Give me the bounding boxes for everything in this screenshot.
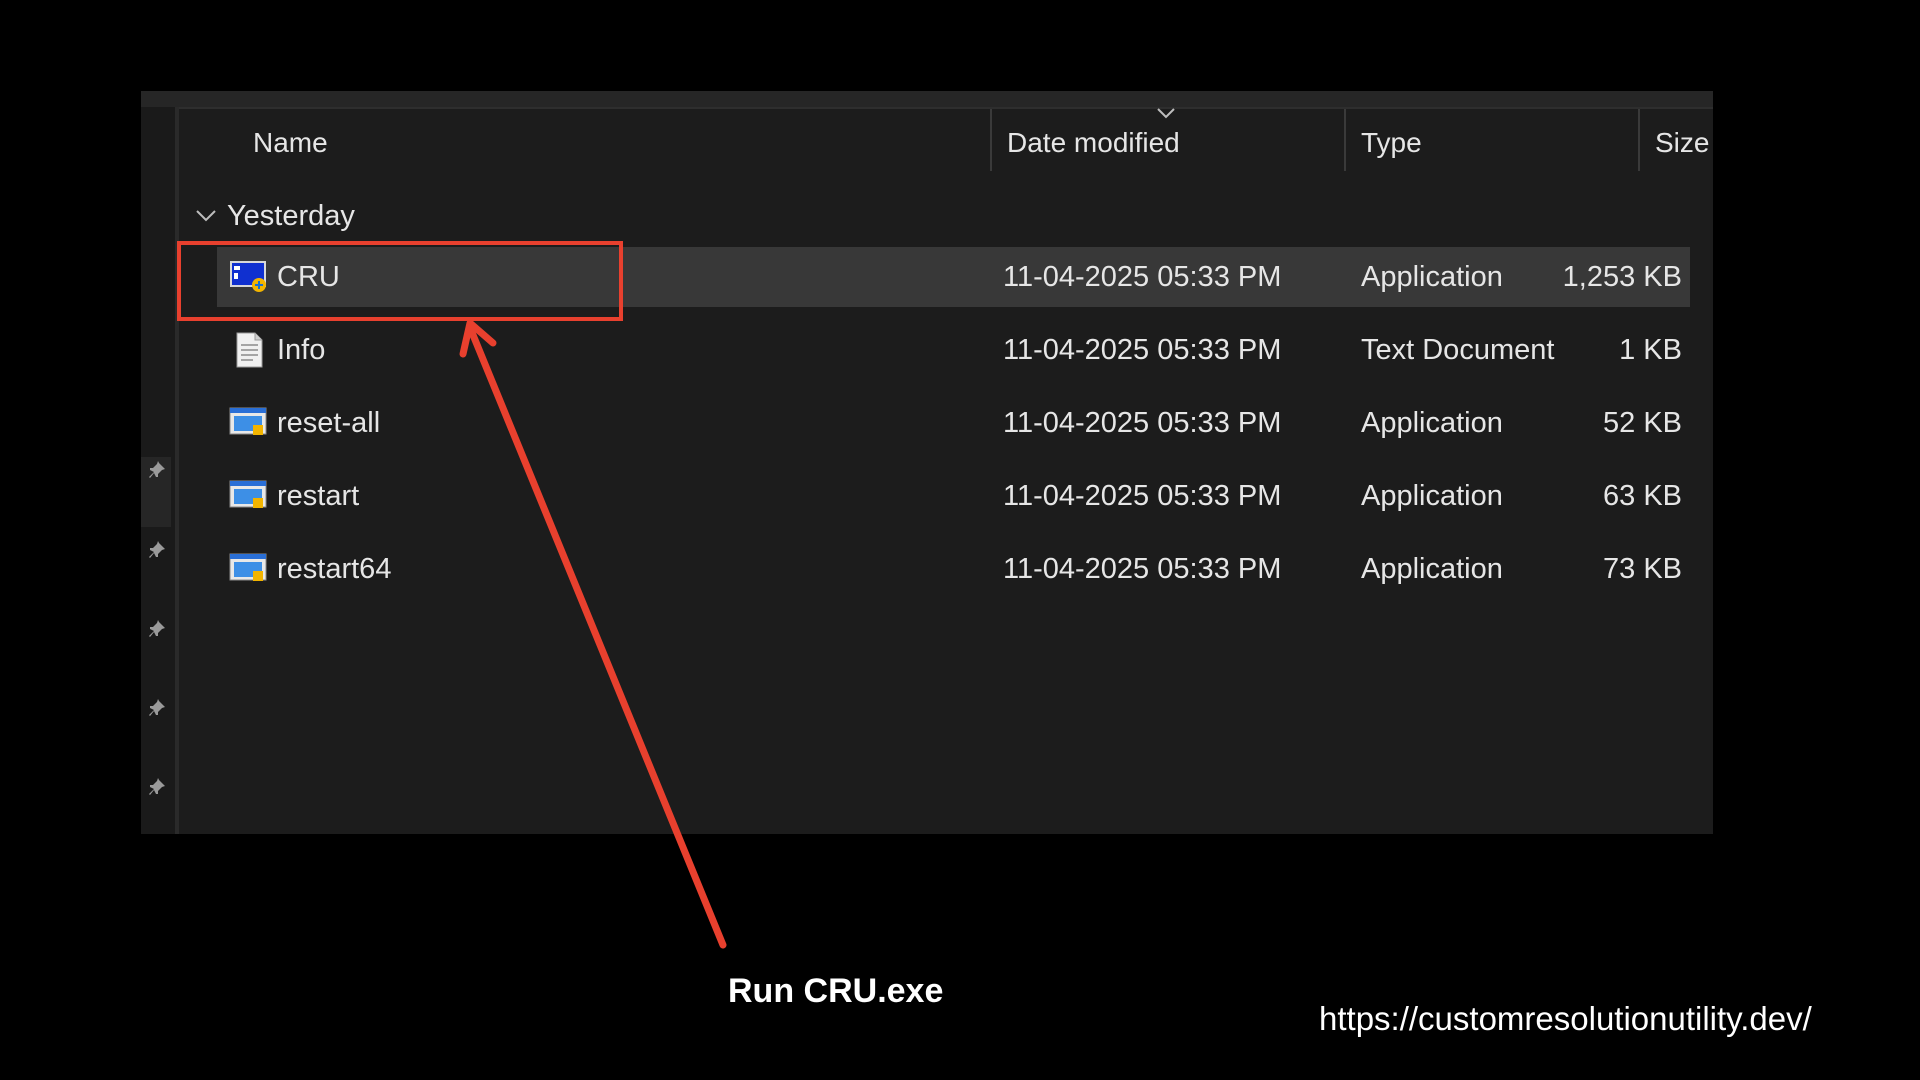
group-label: Yesterday xyxy=(227,199,355,232)
file-type: Application xyxy=(1361,553,1503,585)
column-header-row: Name Date modified Type Size xyxy=(179,107,1713,179)
file-size: 73 KB xyxy=(1603,553,1682,585)
file-name: restart xyxy=(277,480,360,512)
file-date-modified: 11-04-2025 05:33 PM xyxy=(1003,480,1282,512)
file-date-modified: 11-04-2025 05:33 PM xyxy=(1003,553,1282,585)
column-resize-handle[interactable] xyxy=(1638,109,1640,171)
column-header-size[interactable]: Size xyxy=(1641,107,1713,179)
column-resize-handle[interactable] xyxy=(1344,109,1346,171)
file-size: 52 KB xyxy=(1603,407,1682,439)
pane-divider[interactable] xyxy=(175,107,179,834)
file-row-restart[interactable]: restart 11-04-2025 05:33 PM Application … xyxy=(217,466,1690,526)
application-icon xyxy=(229,480,267,508)
file-row-restart64[interactable]: restart64 11-04-2025 05:33 PM Applicatio… xyxy=(217,539,1690,599)
column-resize-handle[interactable] xyxy=(990,109,992,171)
file-row-reset-all[interactable]: reset-all 11-04-2025 05:33 PM Applicatio… xyxy=(217,393,1690,453)
column-header-name[interactable]: Name xyxy=(239,107,879,179)
file-row-info[interactable]: Info 11-04-2025 05:33 PM Text Document 1… xyxy=(217,320,1690,380)
file-type: Application xyxy=(1361,407,1503,439)
file-date-modified: 11-04-2025 05:33 PM xyxy=(1003,334,1282,366)
file-name: Info xyxy=(277,334,326,366)
pin-icon[interactable] xyxy=(147,699,167,719)
file-size: 63 KB xyxy=(1603,480,1682,512)
source-url: https://customresolutionutility.dev/ xyxy=(1319,1000,1812,1037)
explorer-top-bar xyxy=(141,91,1713,107)
application-icon xyxy=(229,553,267,581)
file-date-modified: 11-04-2025 05:33 PM xyxy=(1003,407,1282,439)
column-header-date-modified[interactable]: Date modified xyxy=(993,107,1343,179)
file-size: 1,253 KB xyxy=(1562,261,1682,293)
column-header-type[interactable]: Type xyxy=(1347,107,1637,179)
pin-icon[interactable] xyxy=(147,461,167,481)
file-date-modified: 11-04-2025 05:33 PM xyxy=(1003,261,1282,293)
pin-icon[interactable] xyxy=(147,620,167,640)
annotation-caption: Run CRU.exe xyxy=(728,972,944,1010)
application-icon xyxy=(229,407,267,435)
text-document-icon xyxy=(236,332,263,368)
file-size: 1 KB xyxy=(1619,334,1682,366)
file-type: Application xyxy=(1361,261,1503,293)
pin-icon[interactable] xyxy=(147,541,167,561)
group-header-yesterday[interactable]: Yesterday xyxy=(195,191,355,241)
file-explorer-window: Name Date modified Type Size Yesterday C… xyxy=(141,91,1713,834)
file-type: Application xyxy=(1361,480,1503,512)
pin-icon[interactable] xyxy=(147,778,167,798)
file-name: reset-all xyxy=(277,407,381,439)
highlight-box xyxy=(177,241,623,321)
file-type: Text Document xyxy=(1361,334,1555,366)
chevron-down-icon[interactable] xyxy=(195,209,217,223)
file-name: restart64 xyxy=(277,553,392,585)
